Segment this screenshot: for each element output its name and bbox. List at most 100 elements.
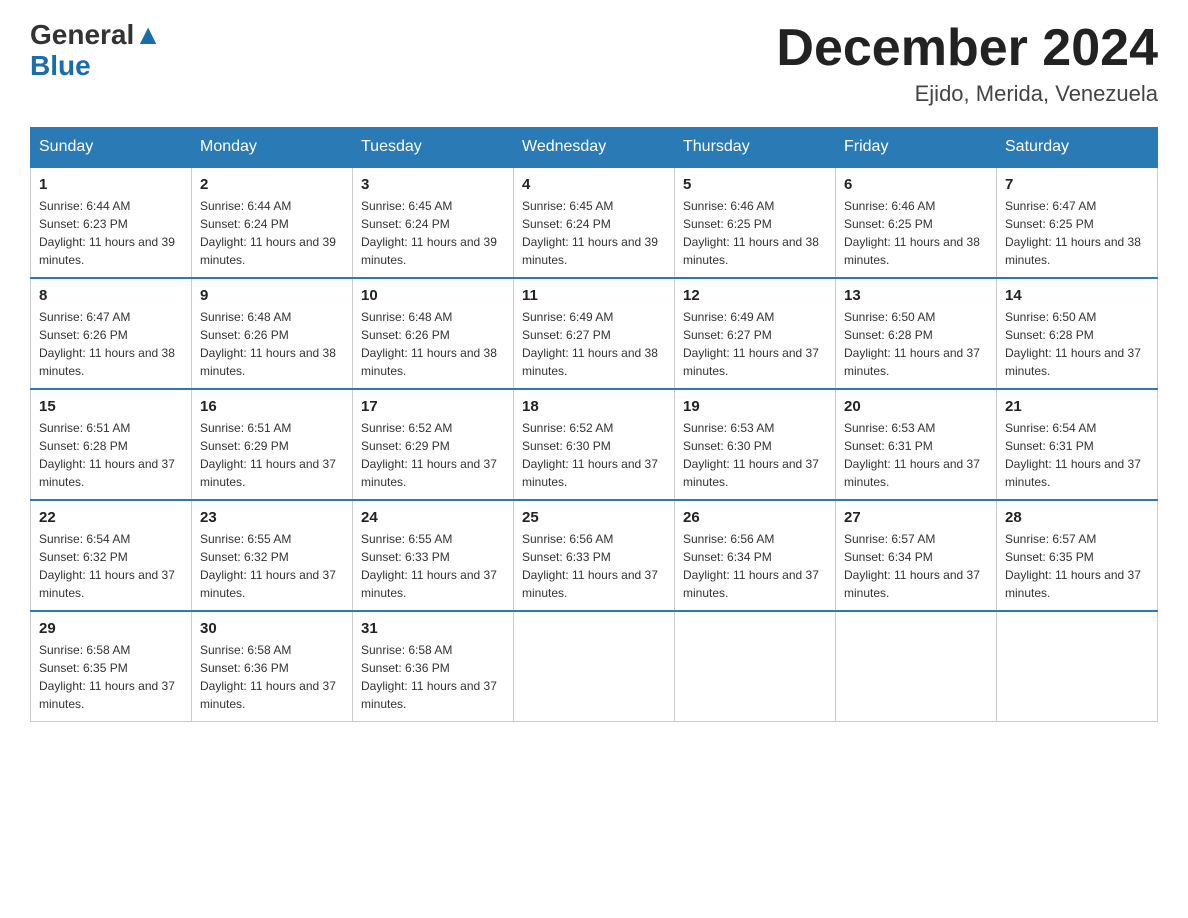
- day-info: Sunrise: 6:53 AMSunset: 6:30 PMDaylight:…: [683, 419, 827, 491]
- day-info: Sunrise: 6:44 AMSunset: 6:24 PMDaylight:…: [200, 197, 344, 269]
- day-number: 18: [522, 398, 666, 415]
- day-info: Sunrise: 6:54 AMSunset: 6:32 PMDaylight:…: [39, 530, 183, 602]
- day-cell-16: 16 Sunrise: 6:51 AMSunset: 6:29 PMDayligh…: [192, 389, 353, 500]
- empty-cell: [514, 611, 675, 722]
- day-cell-14: 14 Sunrise: 6:50 AMSunset: 6:28 PMDayligh…: [997, 278, 1158, 389]
- day-number: 8: [39, 287, 183, 304]
- calendar-week-2: 8 Sunrise: 6:47 AMSunset: 6:26 PMDaylight…: [31, 278, 1158, 389]
- day-cell-24: 24 Sunrise: 6:55 AMSunset: 6:33 PMDayligh…: [353, 500, 514, 611]
- day-number: 11: [522, 287, 666, 304]
- day-number: 17: [361, 398, 505, 415]
- day-cell-20: 20Sunrise: 6:53 AMSunset: 6:31 PMDayligh…: [836, 389, 997, 500]
- day-number: 24: [361, 509, 505, 526]
- day-cell-11: 11 Sunrise: 6:49 AMSunset: 6:27 PMDayligh…: [514, 278, 675, 389]
- day-number: 25: [522, 509, 666, 526]
- day-cell-26: 26 Sunrise: 6:56 AMSunset: 6:34 PMDayligh…: [675, 500, 836, 611]
- day-number: 30: [200, 620, 344, 637]
- day-info: Sunrise: 6:48 AMSunset: 6:26 PMDaylight:…: [361, 308, 505, 380]
- day-number: 9: [200, 287, 344, 304]
- day-cell-8: 8 Sunrise: 6:47 AMSunset: 6:26 PMDaylight…: [31, 278, 192, 389]
- day-info: Sunrise: 6:46 AMSunset: 6:25 PMDaylight:…: [683, 197, 827, 269]
- day-info: Sunrise: 6:45 AMSunset: 6:24 PMDaylight:…: [361, 197, 505, 269]
- day-cell-21: 21 Sunrise: 6:54 AMSunset: 6:31 PMDayligh…: [997, 389, 1158, 500]
- header-thursday: Thursday: [675, 128, 836, 168]
- day-cell-7: 7 Sunrise: 6:47 AMSunset: 6:25 PMDaylight…: [997, 167, 1158, 278]
- calendar-week-3: 15 Sunrise: 6:51 AMSunset: 6:28 PMDayligh…: [31, 389, 1158, 500]
- day-number: 27: [844, 509, 988, 526]
- day-cell-22: 22 Sunrise: 6:54 AMSunset: 6:32 PMDayligh…: [31, 500, 192, 611]
- day-number: 7: [1005, 176, 1149, 193]
- logo-blue-word: Blue: [30, 50, 91, 81]
- day-number: 23: [200, 509, 344, 526]
- day-cell-13: 13 Sunrise: 6:50 AMSunset: 6:28 PMDayligh…: [836, 278, 997, 389]
- calendar-header-row: SundayMondayTuesdayWednesdayThursdayFrid…: [31, 128, 1158, 168]
- day-info: Sunrise: 6:51 AMSunset: 6:28 PMDaylight:…: [39, 419, 183, 491]
- logo-blue-text: ▲: [134, 19, 162, 50]
- day-number: 26: [683, 509, 827, 526]
- day-number: 15: [39, 398, 183, 415]
- day-info: Sunrise: 6:52 AMSunset: 6:29 PMDaylight:…: [361, 419, 505, 491]
- day-cell-12: 12 Sunrise: 6:49 AMSunset: 6:27 PMDayligh…: [675, 278, 836, 389]
- day-number: 21: [1005, 398, 1149, 415]
- day-number: 16: [200, 398, 344, 415]
- logo-text: General▲ Blue: [30, 20, 162, 82]
- day-info: Sunrise: 6:48 AMSunset: 6:26 PMDaylight:…: [200, 308, 344, 380]
- day-info: Sunrise: 6:57 AMSunset: 6:34 PMDaylight:…: [844, 530, 988, 602]
- header-saturday: Saturday: [997, 128, 1158, 168]
- calendar-week-5: 29 Sunrise: 6:58 AMSunset: 6:35 PMDayligh…: [31, 611, 1158, 722]
- day-number: 20: [844, 398, 988, 415]
- day-info: Sunrise: 6:55 AMSunset: 6:33 PMDaylight:…: [361, 530, 505, 602]
- calendar-week-4: 22 Sunrise: 6:54 AMSunset: 6:32 PMDayligh…: [31, 500, 1158, 611]
- day-cell-17: 17 Sunrise: 6:52 AMSunset: 6:29 PMDayligh…: [353, 389, 514, 500]
- day-info: Sunrise: 6:54 AMSunset: 6:31 PMDaylight:…: [1005, 419, 1149, 491]
- day-cell-6: 6Sunrise: 6:46 AMSunset: 6:25 PMDaylight…: [836, 167, 997, 278]
- day-info: Sunrise: 6:50 AMSunset: 6:28 PMDaylight:…: [1005, 308, 1149, 380]
- day-number: 22: [39, 509, 183, 526]
- day-number: 3: [361, 176, 505, 193]
- day-info: Sunrise: 6:52 AMSunset: 6:30 PMDaylight:…: [522, 419, 666, 491]
- day-info: Sunrise: 6:45 AMSunset: 6:24 PMDaylight:…: [522, 197, 666, 269]
- header-monday: Monday: [192, 128, 353, 168]
- header-wednesday: Wednesday: [514, 128, 675, 168]
- empty-cell: [675, 611, 836, 722]
- day-cell-4: 4 Sunrise: 6:45 AMSunset: 6:24 PMDaylight…: [514, 167, 675, 278]
- day-info: Sunrise: 6:56 AMSunset: 6:34 PMDaylight:…: [683, 530, 827, 602]
- header-sunday: Sunday: [31, 128, 192, 168]
- day-cell-23: 23 Sunrise: 6:55 AMSunset: 6:32 PMDayligh…: [192, 500, 353, 611]
- day-cell-3: 3 Sunrise: 6:45 AMSunset: 6:24 PMDaylight…: [353, 167, 514, 278]
- day-number: 4: [522, 176, 666, 193]
- day-number: 13: [844, 287, 988, 304]
- day-number: 14: [1005, 287, 1149, 304]
- day-cell-30: 30 Sunrise: 6:58 AMSunset: 6:36 PMDayligh…: [192, 611, 353, 722]
- page-header: General▲ Blue December 2024 Ejido, Merid…: [30, 20, 1158, 107]
- day-cell-19: 19 Sunrise: 6:53 AMSunset: 6:30 PMDayligh…: [675, 389, 836, 500]
- day-number: 5: [683, 176, 827, 193]
- calendar-week-1: 1Sunrise: 6:44 AMSunset: 6:23 PMDaylight…: [31, 167, 1158, 278]
- day-info: Sunrise: 6:57 AMSunset: 6:35 PMDaylight:…: [1005, 530, 1149, 602]
- day-info: Sunrise: 6:50 AMSunset: 6:28 PMDaylight:…: [844, 308, 988, 380]
- calendar-table: SundayMondayTuesdayWednesdayThursdayFrid…: [30, 127, 1158, 722]
- day-info: Sunrise: 6:49 AMSunset: 6:27 PMDaylight:…: [683, 308, 827, 380]
- day-info: Sunrise: 6:56 AMSunset: 6:33 PMDaylight:…: [522, 530, 666, 602]
- day-cell-18: 18 Sunrise: 6:52 AMSunset: 6:30 PMDayligh…: [514, 389, 675, 500]
- day-number: 28: [1005, 509, 1149, 526]
- day-cell-9: 9 Sunrise: 6:48 AMSunset: 6:26 PMDaylight…: [192, 278, 353, 389]
- day-number: 29: [39, 620, 183, 637]
- day-number: 6: [844, 176, 988, 193]
- day-info: Sunrise: 6:51 AMSunset: 6:29 PMDaylight:…: [200, 419, 344, 491]
- day-info: Sunrise: 6:49 AMSunset: 6:27 PMDaylight:…: [522, 308, 666, 380]
- day-number: 2: [200, 176, 344, 193]
- day-info: Sunrise: 6:58 AMSunset: 6:35 PMDaylight:…: [39, 641, 183, 713]
- day-cell-2: 2 Sunrise: 6:44 AMSunset: 6:24 PMDaylight…: [192, 167, 353, 278]
- day-number: 31: [361, 620, 505, 637]
- day-cell-15: 15 Sunrise: 6:51 AMSunset: 6:28 PMDayligh…: [31, 389, 192, 500]
- day-cell-5: 5 Sunrise: 6:46 AMSunset: 6:25 PMDaylight…: [675, 167, 836, 278]
- day-info: Sunrise: 6:47 AMSunset: 6:26 PMDaylight:…: [39, 308, 183, 380]
- day-number: 19: [683, 398, 827, 415]
- day-info: Sunrise: 6:47 AMSunset: 6:25 PMDaylight:…: [1005, 197, 1149, 269]
- day-number: 12: [683, 287, 827, 304]
- day-cell-10: 10Sunrise: 6:48 AMSunset: 6:26 PMDayligh…: [353, 278, 514, 389]
- logo: General▲ Blue: [30, 20, 162, 82]
- day-info: Sunrise: 6:55 AMSunset: 6:32 PMDaylight:…: [200, 530, 344, 602]
- day-info: Sunrise: 6:58 AMSunset: 6:36 PMDaylight:…: [200, 641, 344, 713]
